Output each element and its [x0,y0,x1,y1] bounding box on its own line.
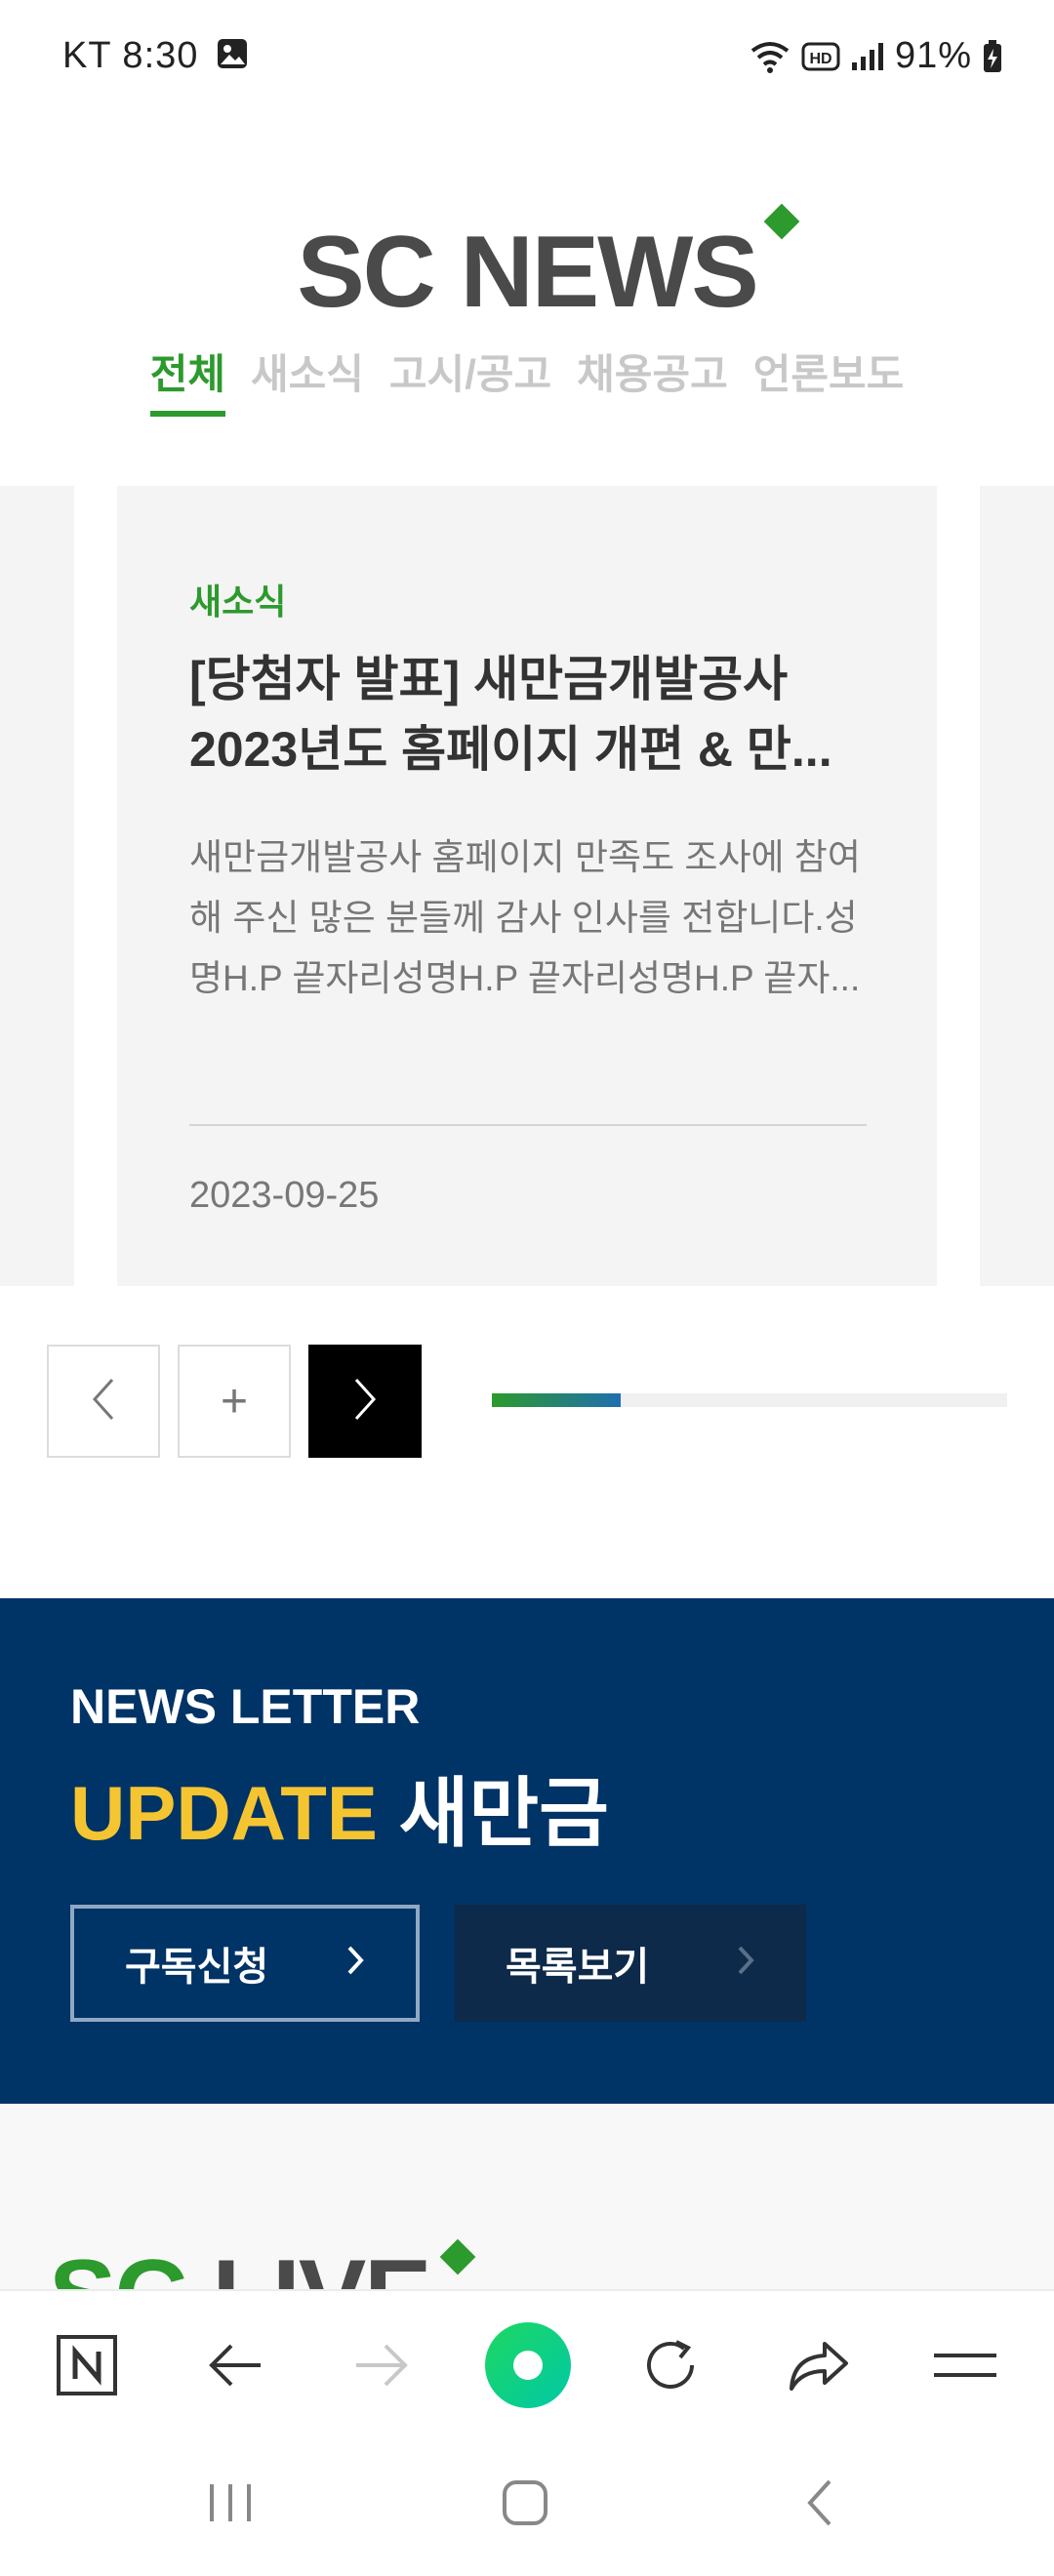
recent-apps-icon [206,2480,255,2530]
wifi-icon [749,39,791,74]
tab-press[interactable]: 언론보도 [753,342,905,417]
more-button[interactable]: + [178,1345,291,1458]
naver-home-button[interactable] [14,2291,160,2443]
tab-news[interactable]: 새소식 [251,342,364,417]
menu-icon [932,2346,998,2390]
card-description: 새만금개발공사 홈페이지 만족도 조사에 참여해 주신 많은 분들께 감사 인사… [189,837,861,998]
carrier-time: KT 8:30 [62,35,199,76]
prev-card-peek[interactable] [0,486,74,1286]
home-icon [501,2478,549,2532]
subscribe-button[interactable]: 구독신청 [70,1905,420,2022]
chevron-right-icon [345,1942,365,1986]
refresh-icon [639,2334,702,2401]
battery-charging-icon [982,39,1003,74]
chevron-left-icon [802,2477,837,2533]
status-left: KT 8:30 [62,35,249,77]
status-right: HD 91% [749,35,1003,77]
status-bar: KT 8:30 HD 91% [0,0,1054,115]
carousel-progress-fill [492,1393,621,1407]
tab-all[interactable]: 전체 [149,342,226,417]
back-button[interactable] [162,2291,308,2443]
card-category: 새소식 [189,582,287,622]
gallery-notification-icon [216,37,249,75]
title-diamond-icon [763,203,800,240]
newsletter-section: NEWS LETTER UPDATE 새만금 구독신청 목록보기 [0,1598,1054,2104]
news-card[interactable]: 새소식 [당첨자 발표] 새만금개발공사 2023년도 홈페이지 개편 & 만.… [117,486,937,1286]
svg-text:HD: HD [809,51,831,67]
system-nav-bar [0,2441,1054,2576]
arrow-left-icon [206,2341,264,2395]
refresh-button[interactable] [597,2291,744,2443]
arrow-right-icon [352,2341,411,2395]
newsletter-headline-accent: UPDATE [70,1770,378,1856]
newsletter-label: NEWS LETTER [70,1679,421,1734]
card-date: 2023-09-25 [189,1175,380,1216]
news-title-text: SC NEWS [297,216,758,329]
carousel-progress [492,1393,1007,1407]
tab-notice[interactable]: 고시/공고 [389,342,551,417]
tab-recruit[interactable]: 채용공고 [577,342,728,417]
live-title-sc: SC [49,2239,187,2289]
system-back-button[interactable] [751,2461,888,2549]
chevron-right-icon [350,1376,380,1428]
next-button[interactable] [308,1345,422,1458]
live-title-live: LIVE [212,2239,431,2289]
chevron-left-icon [89,1376,118,1428]
plus-icon: + [220,1375,249,1428]
recent-apps-button[interactable] [162,2461,299,2549]
list-view-button[interactable]: 목록보기 [455,1905,806,2022]
next-card-peek[interactable] [980,486,1054,1286]
chevron-right-icon [736,1942,755,1986]
menu-button[interactable] [892,2291,1038,2443]
newsletter-headline-brand: 새만금 [398,1770,609,1856]
card-title: [당첨자 발표] 새만금개발공사 2023년도 홈페이지 개편 & 만... [189,652,832,777]
live-diamond-icon [439,2238,476,2275]
green-dot-icon [484,2321,572,2414]
card-divider [189,1124,867,1126]
list-view-label: 목록보기 [506,1946,650,1989]
newsletter-headline: UPDATE 새만금 [70,1752,609,1862]
share-button[interactable] [746,2291,892,2443]
share-arrow-icon [786,2338,852,2397]
news-title: SC NEWS [297,203,800,331]
browser-toolbar [0,2289,1054,2441]
naver-logo-icon [56,2334,118,2401]
prev-button[interactable] [47,1345,160,1458]
hd-voice-icon: HD [801,42,840,71]
subscribe-label: 구독신청 [125,1946,269,1989]
live-title: SC LIVE [49,2238,432,2289]
green-dot-button[interactable] [455,2291,601,2443]
live-section: SC LIVE [0,2104,1054,2289]
news-tabs: 전체 새소식 고시/공고 채용공고 언론보도 [0,342,1054,417]
forward-button[interactable] [308,2291,455,2443]
news-header: SC NEWS [0,203,1054,331]
battery-percent: 91% [894,35,972,76]
home-button[interactable] [457,2461,593,2549]
signal-icon [850,41,885,72]
